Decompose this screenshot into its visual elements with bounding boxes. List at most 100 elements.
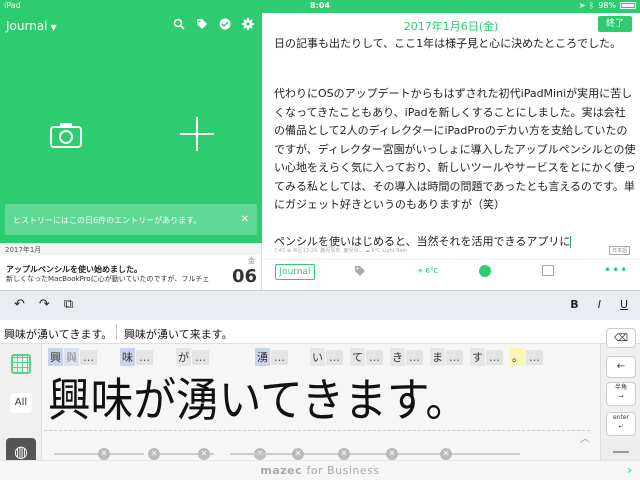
- right-arrow-icon: →: [618, 393, 624, 400]
- char-more[interactable]: …: [406, 350, 423, 365]
- char-more[interactable]: …: [192, 350, 209, 365]
- delete-segment-icon[interactable]: ✕: [386, 448, 398, 460]
- paragraph-1: 代わりにOSのアップデートからもはずされた初代iPadMiniが実用に苦しくなっ…: [274, 87, 636, 211]
- handwriting-text: 興味が湧いてきます。: [48, 373, 468, 426]
- entry-weekday: 金: [248, 257, 255, 265]
- undo-icon[interactable]: ↶: [14, 297, 25, 312]
- char-group[interactable]: す…: [470, 348, 503, 367]
- tag-icon[interactable]: [196, 18, 208, 33]
- delete-segment-icon[interactable]: ✕: [198, 448, 210, 460]
- char-group[interactable]: が…: [176, 348, 209, 367]
- char-candidate[interactable]: ま: [430, 348, 445, 366]
- journal-title: Journal: [6, 19, 48, 33]
- bold-button[interactable]: B: [570, 298, 578, 311]
- search-icon[interactable]: [173, 18, 185, 33]
- char-candidate[interactable]: 味: [120, 348, 135, 366]
- char-more[interactable]: …: [526, 350, 543, 365]
- char-more[interactable]: …: [486, 350, 503, 365]
- handwriting-area: All 興與… 味… が… 湧… い… て… き… ま… す… 。… 興味が湧い…: [0, 328, 640, 468]
- battery-percent: 98%: [598, 1, 616, 10]
- history-banner[interactable]: ヒストリーにはこの日6件のエントリーがあります。 ✕: [5, 204, 257, 235]
- entry-snippet: 新しくなったMacBookProに心が動いていたのですが、フルチェ: [6, 275, 210, 283]
- candidate-item[interactable]: 興味が湧いて来ます。: [124, 326, 233, 342]
- entry-body[interactable]: 日の記事も出たりして、ここ1年は様子見と心に決めたところでした。 代わりにOSの…: [274, 27, 636, 269]
- more-icon[interactable]: •••: [604, 263, 628, 277]
- baseline-guide: [44, 430, 590, 431]
- media-panel: Journal ▼ ヒストリーにはこの日6件のエントリーがあります。 ✕: [0, 13, 262, 243]
- char-more[interactable]: …: [366, 350, 383, 365]
- add-entry-icon[interactable]: [180, 117, 214, 151]
- left-panel-icons: [173, 18, 254, 33]
- char-more[interactable]: …: [80, 350, 97, 365]
- underline-button[interactable]: U: [620, 298, 628, 311]
- return-icon: ↵: [618, 423, 624, 430]
- char-candidate[interactable]: い: [310, 348, 325, 366]
- entry-toolbar: Journal ☀ 6°C •••: [262, 259, 640, 285]
- journal-button[interactable]: Journal: [275, 264, 315, 280]
- paragraph-previous: 日の記事も出たりして、ここ1年は様子見と心に決めたところでした。: [274, 37, 622, 50]
- left-arrow-key[interactable]: ←: [606, 356, 636, 378]
- month-header: 2017年1月: [0, 243, 261, 255]
- backspace-key[interactable]: ⌫: [606, 328, 636, 348]
- mode-all-button[interactable]: All: [10, 393, 32, 413]
- close-icon[interactable]: ✕: [241, 214, 249, 225]
- clock: 8:04: [310, 1, 330, 10]
- chevron-down-icon: ▼: [50, 23, 57, 32]
- char-group[interactable]: 湧…: [255, 348, 288, 367]
- char-more[interactable]: …: [136, 350, 153, 365]
- char-group[interactable]: 。…: [510, 348, 543, 367]
- handwriting-ink[interactable]: 興味が湧いてきます。: [44, 366, 599, 426]
- char-candidate[interactable]: 湧: [255, 348, 270, 366]
- tag-icon[interactable]: [354, 265, 366, 280]
- delete-segment-icon[interactable]: ✕: [98, 448, 110, 460]
- status-bar: iPad 8:04 ➤ ᛒ 98%: [0, 0, 640, 13]
- italic-button[interactable]: I: [598, 298, 601, 311]
- edit-actions: ↶ ↷ ⧉: [14, 297, 73, 312]
- battery-icon: [620, 2, 636, 9]
- hankaku-label: 半角: [614, 384, 627, 391]
- char-group[interactable]: 味…: [120, 348, 153, 367]
- char-candidate[interactable]: て: [350, 348, 365, 366]
- char-candidate[interactable]: 與: [64, 348, 79, 366]
- gear-icon[interactable]: [242, 18, 254, 33]
- check-icon[interactable]: [219, 18, 231, 33]
- delete-segment-icon[interactable]: ✕: [440, 448, 452, 460]
- char-group[interactable]: 興與…: [48, 348, 97, 367]
- enter-key[interactable]: enter ↵: [606, 412, 636, 436]
- char-candidate[interactable]: が: [176, 348, 191, 366]
- chevron-up-icon[interactable]: ︿: [580, 430, 590, 445]
- char-more[interactable]: …: [446, 350, 463, 365]
- paste-icon[interactable]: ⧉: [64, 297, 73, 312]
- char-group[interactable]: て…: [350, 348, 383, 367]
- char-group[interactable]: い…: [310, 348, 343, 367]
- entry-list: 2017年1月 アップルペンシルを使い始めました。 新しくなったMacBookP…: [0, 243, 262, 290]
- char-more[interactable]: …: [326, 350, 343, 365]
- char-group[interactable]: ま…: [430, 348, 463, 367]
- enter-label: enter: [612, 414, 629, 421]
- entry-date: 06: [231, 266, 257, 287]
- chevron-right-icon[interactable]: ›: [627, 463, 632, 477]
- hankaku-key[interactable]: 半角 →: [606, 382, 636, 406]
- char-group[interactable]: き…: [390, 348, 423, 367]
- clock-icon[interactable]: [479, 265, 491, 277]
- delete-segment-icon[interactable]: ✕: [338, 448, 350, 460]
- grid-mode-icon[interactable]: [11, 354, 31, 374]
- char-candidate[interactable]: す: [470, 348, 485, 366]
- format-actions: B I U: [570, 298, 628, 311]
- char-more[interactable]: …: [271, 350, 288, 365]
- weather-icon: ☀: [417, 267, 426, 275]
- candidate-item[interactable]: 興味が湧いてきます。: [4, 326, 112, 342]
- brand-suffix: for Business: [306, 464, 380, 477]
- weather-button[interactable]: ☀ 6°C: [417, 267, 438, 275]
- image-icon[interactable]: [542, 265, 554, 276]
- char-candidate[interactable]: 。: [510, 348, 525, 366]
- history-banner-text: ヒストリーにはこの日6件のエントリーがあります。: [13, 216, 202, 225]
- journal-selector[interactable]: Journal ▼: [6, 19, 57, 33]
- char-candidate[interactable]: 興: [48, 348, 63, 366]
- camera-icon[interactable]: [50, 122, 82, 148]
- redo-icon[interactable]: ↷: [39, 297, 50, 312]
- char-candidate[interactable]: き: [390, 348, 405, 366]
- brand-label: mazec for Business: [0, 464, 640, 477]
- stroke-segments: ✕ ✕ ✕ ✕ ✕ ✕ ✕ ✕: [44, 447, 590, 461]
- delete-segment-icon[interactable]: ✕: [292, 448, 304, 460]
